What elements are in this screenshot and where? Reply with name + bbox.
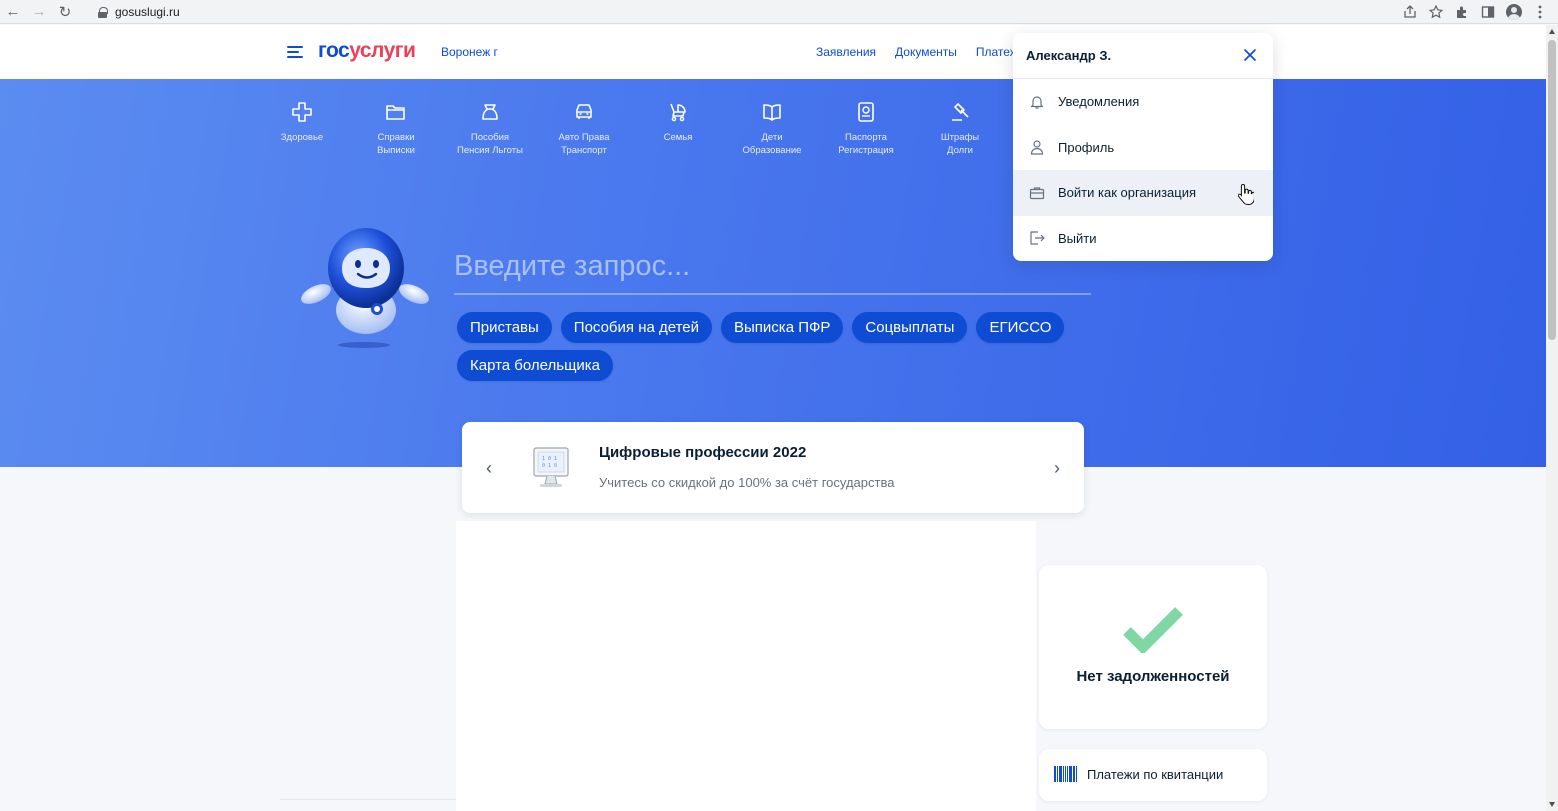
chip-pfr-statement[interactable]: Выписка ПФР (721, 312, 844, 343)
menu-item-label: Выйти (1058, 230, 1097, 246)
menu-item-label: Войти как организация (1058, 185, 1197, 201)
url-text: gosuslugi.ru (115, 5, 180, 19)
address-bar[interactable]: gosuslugi.ru (88, 2, 1448, 22)
debts-card[interactable]: Нет задолженностей (1039, 565, 1267, 729)
briefcase-icon (1029, 187, 1045, 199)
menu-item-profile[interactable]: Профиль (1013, 125, 1273, 171)
menu-item-login-as-organization[interactable]: Войти как организация (1013, 170, 1273, 216)
site-header: госуслуги Воронеж г Заявления Документы … (0, 25, 1546, 79)
chip-bailiffs[interactable]: Приставы (457, 312, 552, 343)
svg-text:1 0 1: 1 0 1 (542, 456, 557, 462)
search-input[interactable] (454, 239, 1091, 295)
payments-card[interactable]: Платежи по квитанции (1039, 749, 1267, 801)
bell-icon (1030, 96, 1044, 109)
gavel-icon (952, 103, 969, 121)
person-icon (1030, 140, 1044, 155)
category-children[interactable]: Дети Образование (725, 101, 819, 157)
menu-header: Александр З. (1013, 33, 1273, 79)
quick-chips: Приставы Пособия на детей Выписка ПФР Со… (457, 312, 1077, 381)
lock-icon (98, 6, 108, 18)
scroll-thumb[interactable] (1548, 40, 1556, 340)
promo-title: Цифровые профессии 2022 (599, 444, 807, 461)
browser-toolbar: ← → ↻ gosuslugi.ru (0, 0, 1558, 24)
chip-child-benefits[interactable]: Пособия на детей (560, 312, 713, 343)
scroll-up-icon[interactable] (1549, 29, 1555, 34)
category-health[interactable]: Здоровье (255, 101, 349, 157)
hand-cursor-icon (1238, 183, 1254, 205)
divider (280, 799, 456, 800)
close-icon[interactable] (1243, 48, 1257, 62)
computer-illustration: 1 0 1 0 1 0 (533, 447, 569, 487)
stroller-icon (670, 103, 686, 122)
chevron-left-icon[interactable]: ‹ (486, 458, 492, 479)
menu-item-logout[interactable]: Выйти (1013, 216, 1273, 262)
svg-text:0 1 0: 0 1 0 (542, 463, 557, 469)
reload-icon[interactable]: ↻ (52, 0, 78, 24)
promo-subtitle: Учитесь со скидкой до 100% за счёт госуд… (599, 475, 895, 490)
user-dropdown-menu: Александр З. Уведомления Профиль Войти к… (1013, 33, 1273, 261)
payments-label: Платежи по квитанции (1087, 767, 1224, 782)
hero-section: Здоровье Справки Выписки Пособия Пенсия … (0, 79, 1546, 467)
page-scrollbar[interactable] (1546, 25, 1558, 811)
burger-menu-icon[interactable] (287, 46, 303, 58)
book-icon (763, 104, 781, 121)
checkmark-icon (1123, 607, 1183, 653)
category-benefits[interactable]: Пособия Пенсия Льготы (443, 101, 537, 157)
back-icon[interactable]: ← (0, 0, 26, 24)
chip-egisso[interactable]: ЕГИССО (976, 312, 1065, 343)
forward-icon[interactable]: → (26, 0, 52, 24)
extensions-icon[interactable] (1454, 4, 1470, 20)
nav-documents[interactable]: Документы (895, 45, 957, 59)
user-name: Александр З. (1026, 48, 1112, 63)
category-family[interactable]: Семья (631, 101, 725, 157)
share-icon[interactable] (1402, 4, 1418, 20)
robot-assistant-image (301, 228, 429, 348)
category-certificates[interactable]: Справки Выписки (349, 101, 443, 157)
sidepanel-icon[interactable] (1480, 4, 1496, 20)
menu-item-notifications[interactable]: Уведомления (1013, 79, 1273, 125)
scroll-down-icon[interactable] (1549, 802, 1555, 807)
category-auto[interactable]: Авто Права Транспорт (537, 101, 631, 157)
chip-social-payments[interactable]: Соцвыплаты (852, 312, 968, 343)
chevron-right-icon[interactable]: › (1054, 458, 1060, 479)
category-bar: Здоровье Справки Выписки Пособия Пенсия … (255, 101, 1007, 157)
region-selector[interactable]: Воронеж г (441, 45, 498, 59)
nav-applications[interactable]: Заявления (816, 45, 876, 59)
logout-icon (1030, 231, 1045, 245)
gosuslugi-logo[interactable]: госуслуги (318, 39, 416, 63)
chip-fan-card[interactable]: Карта болельщика (457, 350, 614, 381)
browser-profile-icon[interactable] (1506, 4, 1522, 20)
plus-icon (292, 102, 312, 122)
promo-banner[interactable]: ‹ 1 0 1 0 1 0 Цифровые профессии 2022 Уч… (462, 422, 1084, 513)
menu-item-label: Профиль (1058, 139, 1115, 155)
browser-menu-icon[interactable] (1532, 4, 1548, 20)
folder-icon (386, 105, 405, 120)
debts-status-label: Нет задолженностей (1076, 668, 1230, 685)
menu-item-label: Уведомления (1058, 94, 1140, 110)
top-nav: Заявления Документы Платежи (816, 45, 1025, 59)
category-fines[interactable]: Штрафы Долги (913, 101, 1007, 157)
content-area (456, 521, 1036, 811)
barcode-icon (1054, 766, 1077, 782)
car-icon (576, 104, 592, 119)
bookmark-star-icon[interactable] (1428, 4, 1444, 20)
passport-icon (858, 102, 874, 122)
category-passports[interactable]: Паспорта Регистрация (819, 101, 913, 157)
wallet-icon (482, 104, 498, 120)
